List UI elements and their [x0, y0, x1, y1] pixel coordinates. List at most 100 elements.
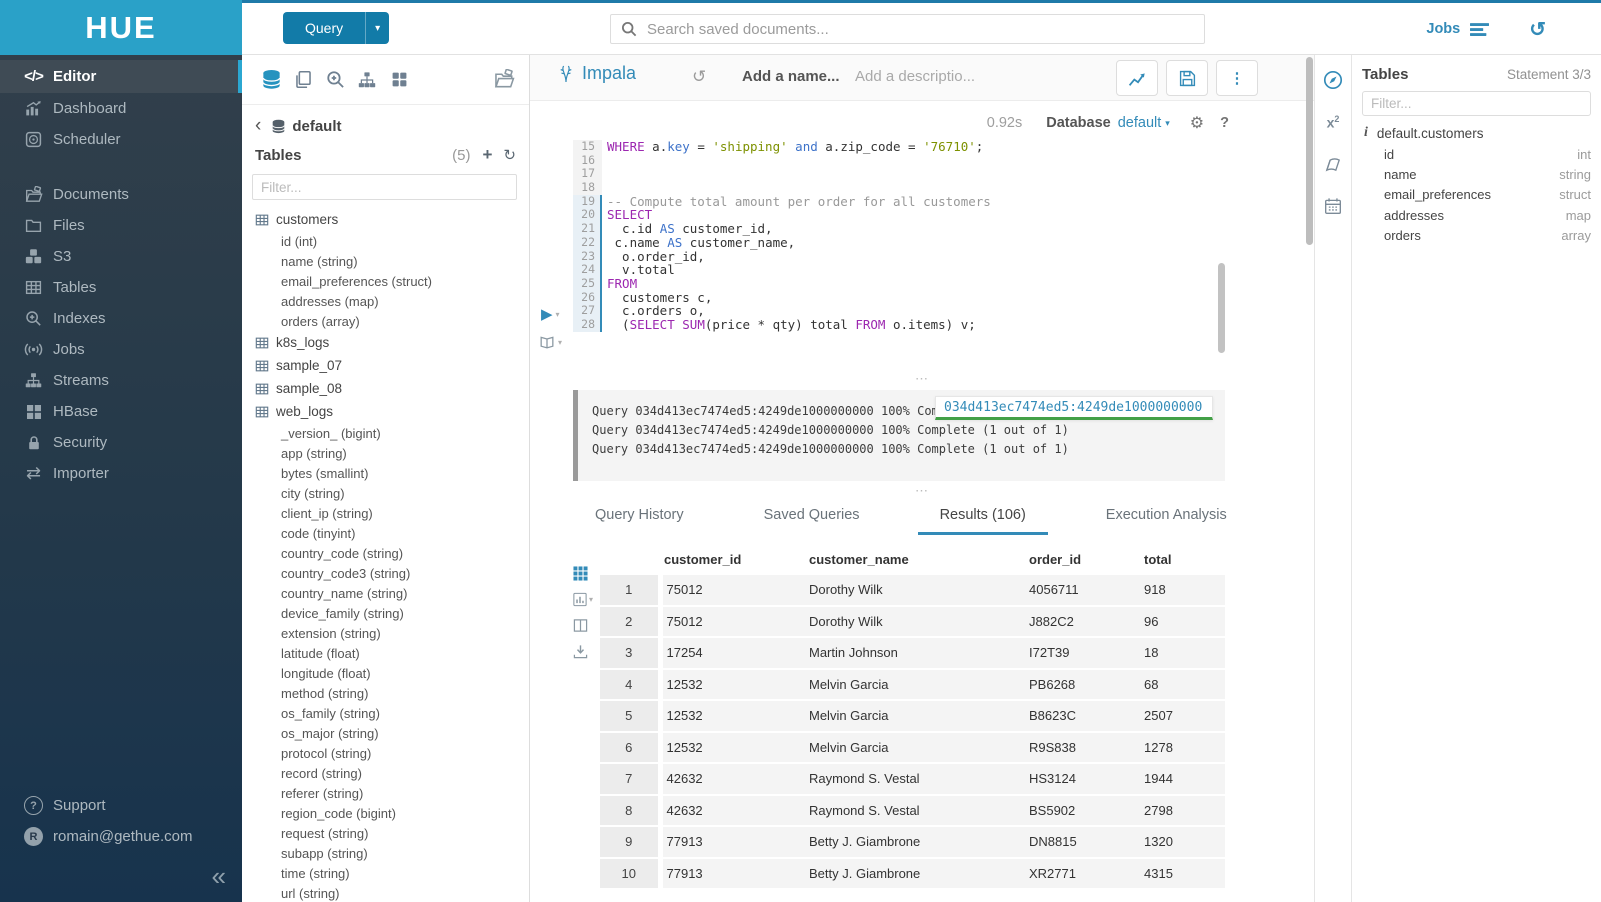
add-name-field[interactable]: Add a name...: [742, 68, 840, 85]
tab-execution-analysis[interactable]: Execution Analysis: [1084, 507, 1249, 535]
tree-column-item[interactable]: time (string): [255, 863, 529, 883]
tree-column-item[interactable]: extension (string): [255, 623, 529, 643]
tables-filter-input[interactable]: [252, 174, 517, 200]
download-icon[interactable]: [573, 644, 593, 659]
tab-results-106-[interactable]: Results (106): [918, 507, 1048, 535]
sidebar-item-dashboard[interactable]: Dashboard: [0, 93, 242, 124]
table-row[interactable]: 1077913Betty J. GiambroneXR27714315: [600, 858, 1225, 890]
right-filter-input[interactable]: [1362, 91, 1591, 116]
tree-table-item[interactable]: sample_07: [255, 354, 529, 377]
table-row[interactable]: 977913Betty J. GiambroneDN88151320: [600, 826, 1225, 858]
tree-column-item[interactable]: record (string): [255, 763, 529, 783]
tree-column-item[interactable]: region_code (bigint): [255, 803, 529, 823]
search-input[interactable]: [645, 20, 1204, 39]
table-row[interactable]: 512532Melvin GarciaB8623C2507: [600, 700, 1225, 732]
assist-column-row[interactable]: addressesmap: [1362, 205, 1591, 225]
table-row[interactable]: 175012Dorothy Wilk4056711918: [600, 575, 1225, 606]
hue-logo[interactable]: HUE: [0, 0, 242, 55]
back-chevron-icon[interactable]: ‹: [255, 115, 261, 137]
chart-button[interactable]: [1116, 60, 1158, 96]
add-table-icon[interactable]: +: [482, 145, 492, 165]
tree-column-item[interactable]: device_family (string): [255, 603, 529, 623]
main-scrollbar[interactable]: [1306, 57, 1313, 245]
editor-history-icon[interactable]: ↺: [692, 67, 706, 87]
sidebar-item-jobs[interactable]: Jobs: [0, 334, 242, 365]
chart-type-caret-icon[interactable]: ▾: [589, 595, 593, 604]
grid-view-icon[interactable]: [573, 566, 593, 581]
table-row[interactable]: 742632Raymond S. VestalHS31241944: [600, 763, 1225, 795]
results-column-header[interactable]: customer_name: [805, 543, 1025, 575]
info-icon[interactable]: i: [1364, 125, 1368, 141]
tree-column-item[interactable]: _version_ (bigint): [255, 423, 529, 443]
sidebar-item-user[interactable]: R romain@gethue.com: [0, 821, 242, 852]
tree-column-item[interactable]: os_family (string): [255, 703, 529, 723]
sidebar-item-indexes[interactable]: Indexes: [0, 303, 242, 334]
documents-assist-icon[interactable]: [292, 69, 314, 91]
help-icon[interactable]: ?: [1220, 115, 1229, 131]
tree-column-item[interactable]: method (string): [255, 683, 529, 703]
save-button[interactable]: [1166, 60, 1208, 96]
databases-icon[interactable]: [260, 69, 282, 91]
apps-grid-icon[interactable]: [388, 69, 410, 91]
tree-column-item[interactable]: country_code (string): [255, 543, 529, 563]
sidebar-item-documents[interactable]: Documents: [0, 179, 242, 210]
sidebar-item-importer[interactable]: ⇄ Importer: [0, 458, 242, 489]
sidebar-item-scheduler[interactable]: Scheduler: [0, 124, 242, 155]
results-column-header[interactable]: order_id: [1025, 543, 1140, 575]
table-row[interactable]: 612532Melvin GarciaR9S8381278: [600, 732, 1225, 764]
tree-column-item[interactable]: name (string): [255, 251, 529, 271]
execute-button[interactable]: ▶▾: [541, 305, 560, 323]
database-caret-icon[interactable]: ▾: [1165, 118, 1170, 129]
sidebar-item-tables[interactable]: Tables: [0, 272, 242, 303]
projects-folder-icon[interactable]: [494, 69, 515, 90]
resize-handle-bottom[interactable]: ⋯: [530, 487, 1314, 497]
columns-view-icon[interactable]: [573, 618, 593, 633]
tree-column-item[interactable]: country_name (string): [255, 583, 529, 603]
tree-column-item[interactable]: city (string): [255, 483, 529, 503]
more-actions-button[interactable]: ⋮: [1216, 60, 1258, 96]
tree-table-item[interactable]: sample_08: [255, 377, 529, 400]
tree-column-item[interactable]: subapp (string): [255, 843, 529, 863]
schedule-calendar-icon[interactable]: [1315, 189, 1351, 223]
jobs-link[interactable]: Jobs: [1426, 21, 1460, 37]
zoom-in-icon[interactable]: [324, 69, 346, 91]
tree-column-item[interactable]: os_major (string): [255, 723, 529, 743]
tab-query-history[interactable]: Query History: [573, 507, 706, 535]
tree-column-item[interactable]: app (string): [255, 443, 529, 463]
execute-caret-icon[interactable]: ▾: [556, 310, 560, 319]
table-row[interactable]: 842632Raymond S. VestalBS59022798: [600, 795, 1225, 827]
sidebar-item-editor[interactable]: </> Editor: [0, 60, 242, 93]
presentation-mode-icon[interactable]: ▾: [539, 335, 562, 349]
query-dropdown-caret[interactable]: ▾: [365, 12, 389, 44]
assist-column-row[interactable]: ordersarray: [1362, 226, 1591, 246]
sidebar-item-files[interactable]: Files: [0, 210, 242, 241]
add-description-field[interactable]: Add a descriptio...: [855, 68, 975, 85]
database-select[interactable]: default: [1118, 115, 1162, 131]
sidebar-collapse-button[interactable]: «: [212, 861, 226, 892]
results-column-header[interactable]: customer_id: [660, 543, 805, 575]
active-table-row[interactable]: i default.customers: [1362, 125, 1591, 141]
refresh-icon[interactable]: ↻: [503, 146, 516, 164]
sidebar-item-hbase[interactable]: HBase: [0, 396, 242, 427]
database-name[interactable]: default: [292, 118, 341, 135]
query-id-popup[interactable]: 034d413ec7474ed5:4249de1000000000: [935, 396, 1213, 420]
engine-selector[interactable]: Impala: [558, 63, 636, 84]
assist-column-row[interactable]: namestring: [1362, 164, 1591, 184]
code-editor[interactable]: 15WHERE a.key = 'shipping' and a.zip_cod…: [573, 140, 991, 332]
assist-column-row[interactable]: email_preferencesstruct: [1362, 185, 1591, 205]
sidebar-item-s3[interactable]: S3: [0, 241, 242, 272]
sidebar-item-streams[interactable]: Streams: [0, 365, 242, 396]
table-row[interactable]: 412532Melvin GarciaPB626868: [600, 669, 1225, 701]
tree-table-item[interactable]: web_logs: [255, 400, 529, 423]
tree-column-item[interactable]: id (int): [255, 231, 529, 251]
tree-column-item[interactable]: request (string): [255, 823, 529, 843]
chart-view-icon[interactable]: ▾: [573, 592, 593, 607]
tree-column-item[interactable]: longitude (float): [255, 663, 529, 683]
functions-icon[interactable]: x2: [1315, 105, 1351, 139]
tree-column-item[interactable]: bytes (smallint): [255, 463, 529, 483]
tree-table-item[interactable]: customers: [255, 208, 529, 231]
language-reference-icon[interactable]: [1315, 147, 1351, 181]
sidebar-item-security[interactable]: Security: [0, 427, 242, 458]
sidebar-item-support[interactable]: ? Support: [0, 790, 242, 821]
tree-column-item[interactable]: protocol (string): [255, 743, 529, 763]
